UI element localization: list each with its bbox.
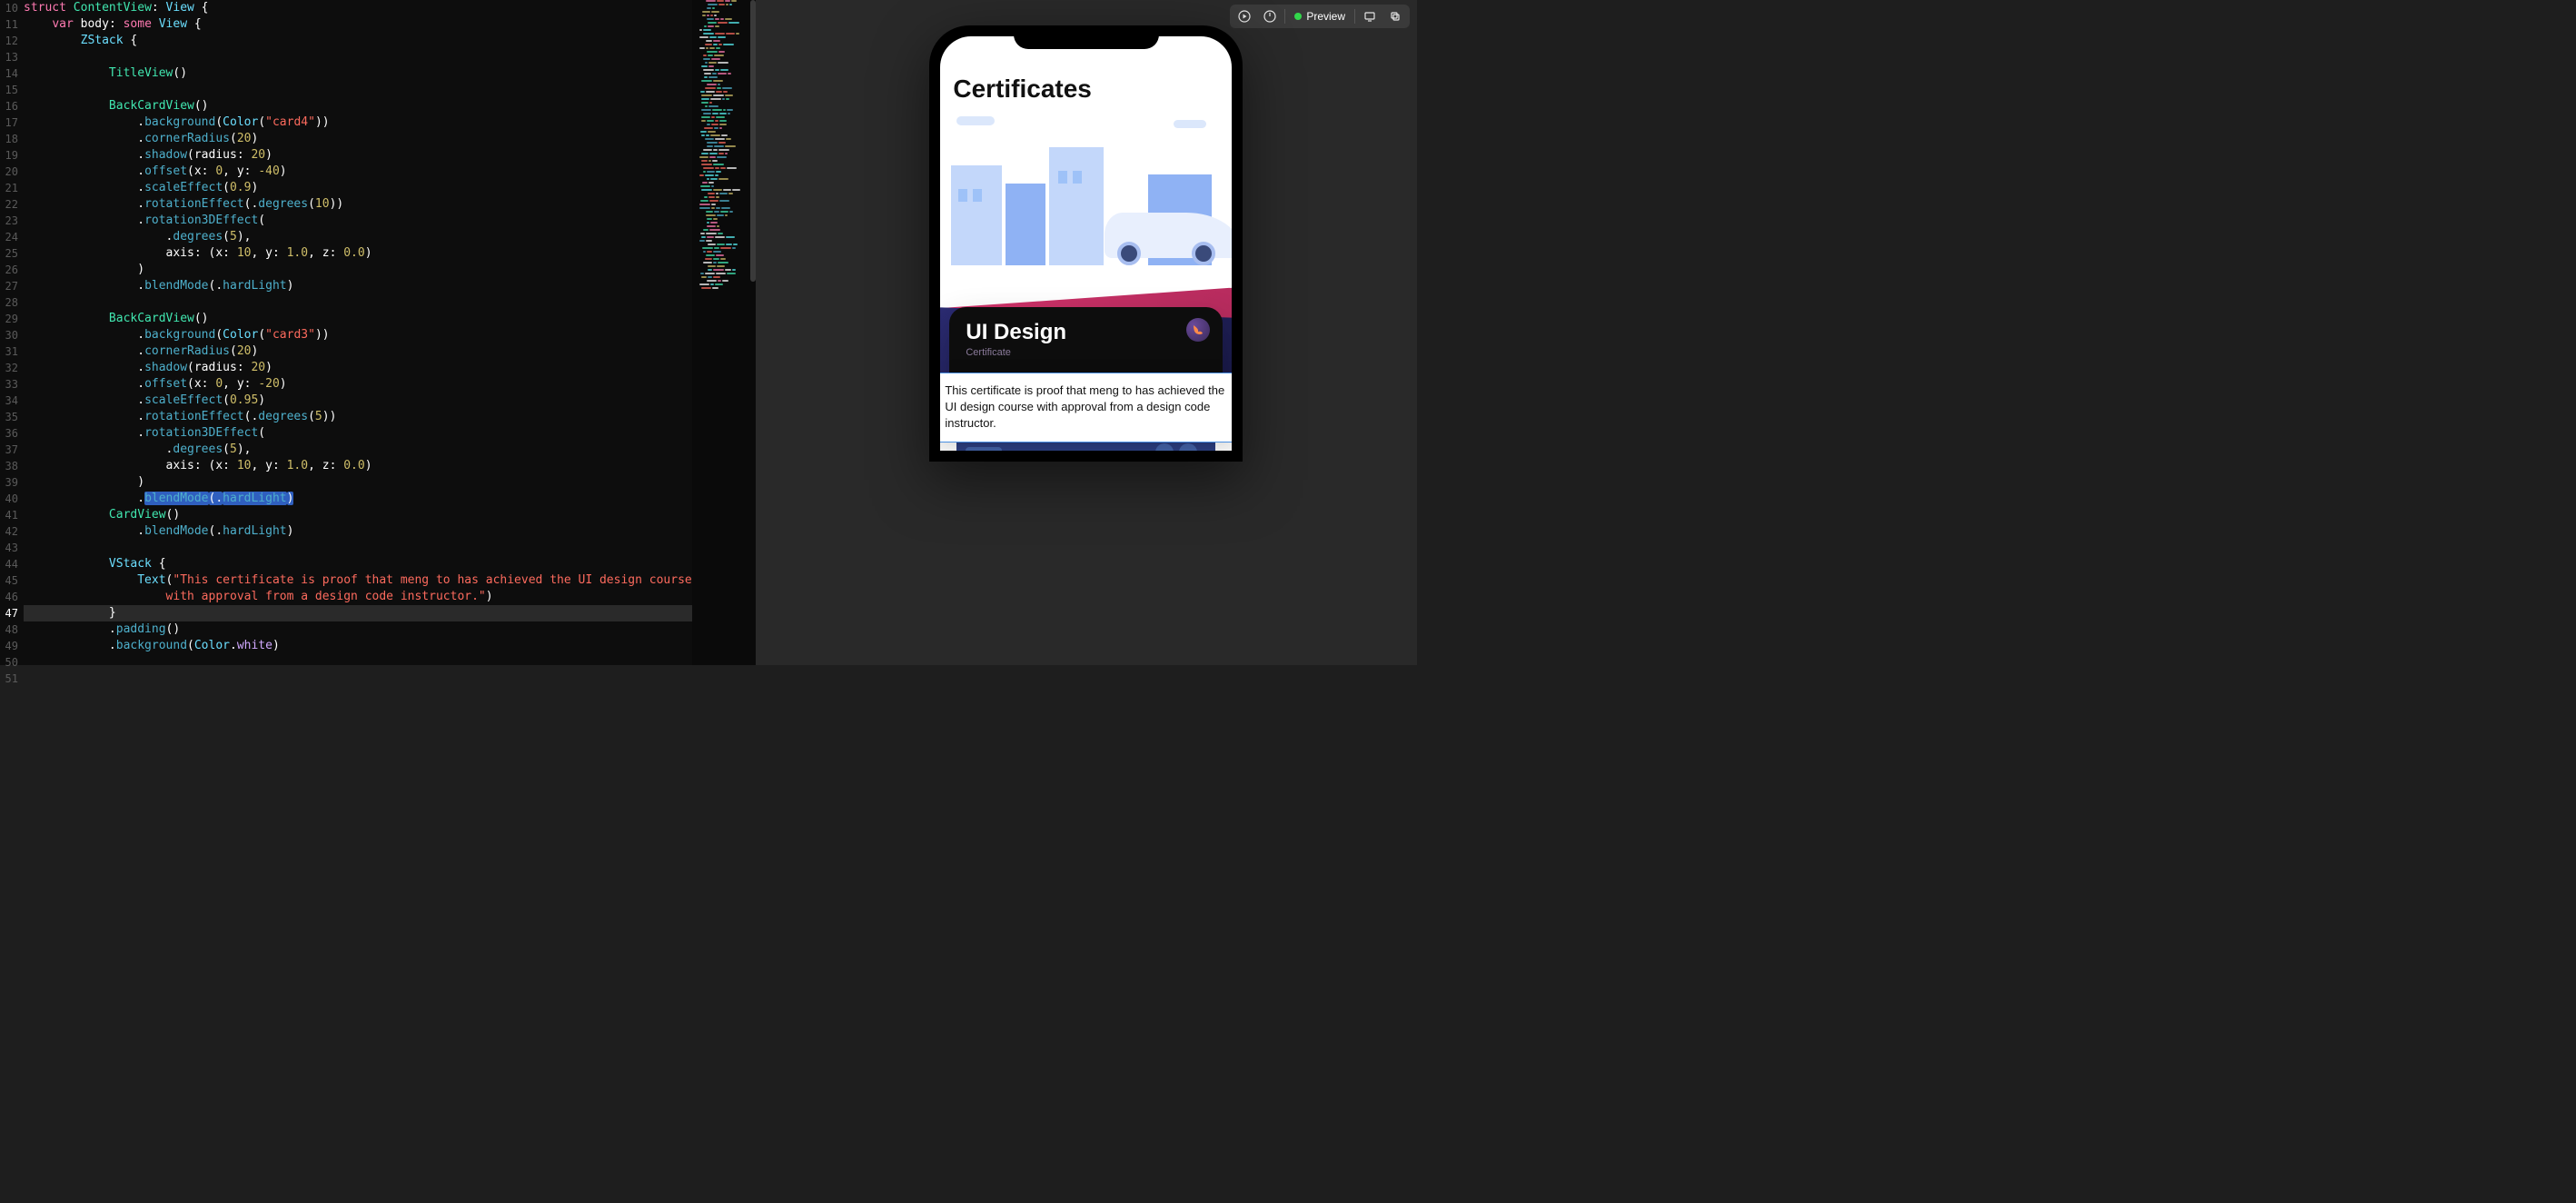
duplicate-icon (1389, 10, 1402, 23)
code-content[interactable]: struct ContentView: View { var body: som… (24, 0, 692, 665)
card-title: UI Design (966, 320, 1206, 345)
illustration (940, 111, 1232, 265)
notch (1014, 25, 1159, 49)
preview-toolbar: Preview (1230, 5, 1410, 28)
device-icon (1363, 10, 1376, 23)
power-button[interactable] (1257, 6, 1283, 26)
device-button[interactable] (1357, 6, 1382, 26)
preview-label: Preview (1306, 10, 1345, 23)
preview-status[interactable]: Preview (1287, 6, 1352, 26)
preview-viewport[interactable]: Certificates (756, 0, 1417, 665)
iphone-frame: Certificates (929, 25, 1243, 462)
swift-icon (1186, 318, 1210, 342)
card-subtitle: Certificate (966, 347, 1206, 358)
phone-screen: Certificates (940, 36, 1232, 451)
power-icon (1263, 10, 1276, 23)
minimap[interactable] (692, 0, 756, 665)
line-gutter: 1011121314151617181920212223242526272829… (0, 0, 24, 665)
code-editor[interactable]: 1011121314151617181920212223242526272829… (0, 0, 692, 665)
preview-canvas: Preview Certificates (756, 0, 1417, 665)
play-icon (1238, 10, 1251, 23)
run-button[interactable] (1232, 6, 1257, 26)
description-box: This certificate is proof that meng to h… (940, 373, 1232, 442)
duplicate-button[interactable] (1382, 6, 1408, 26)
status-dot-icon (1294, 13, 1302, 20)
